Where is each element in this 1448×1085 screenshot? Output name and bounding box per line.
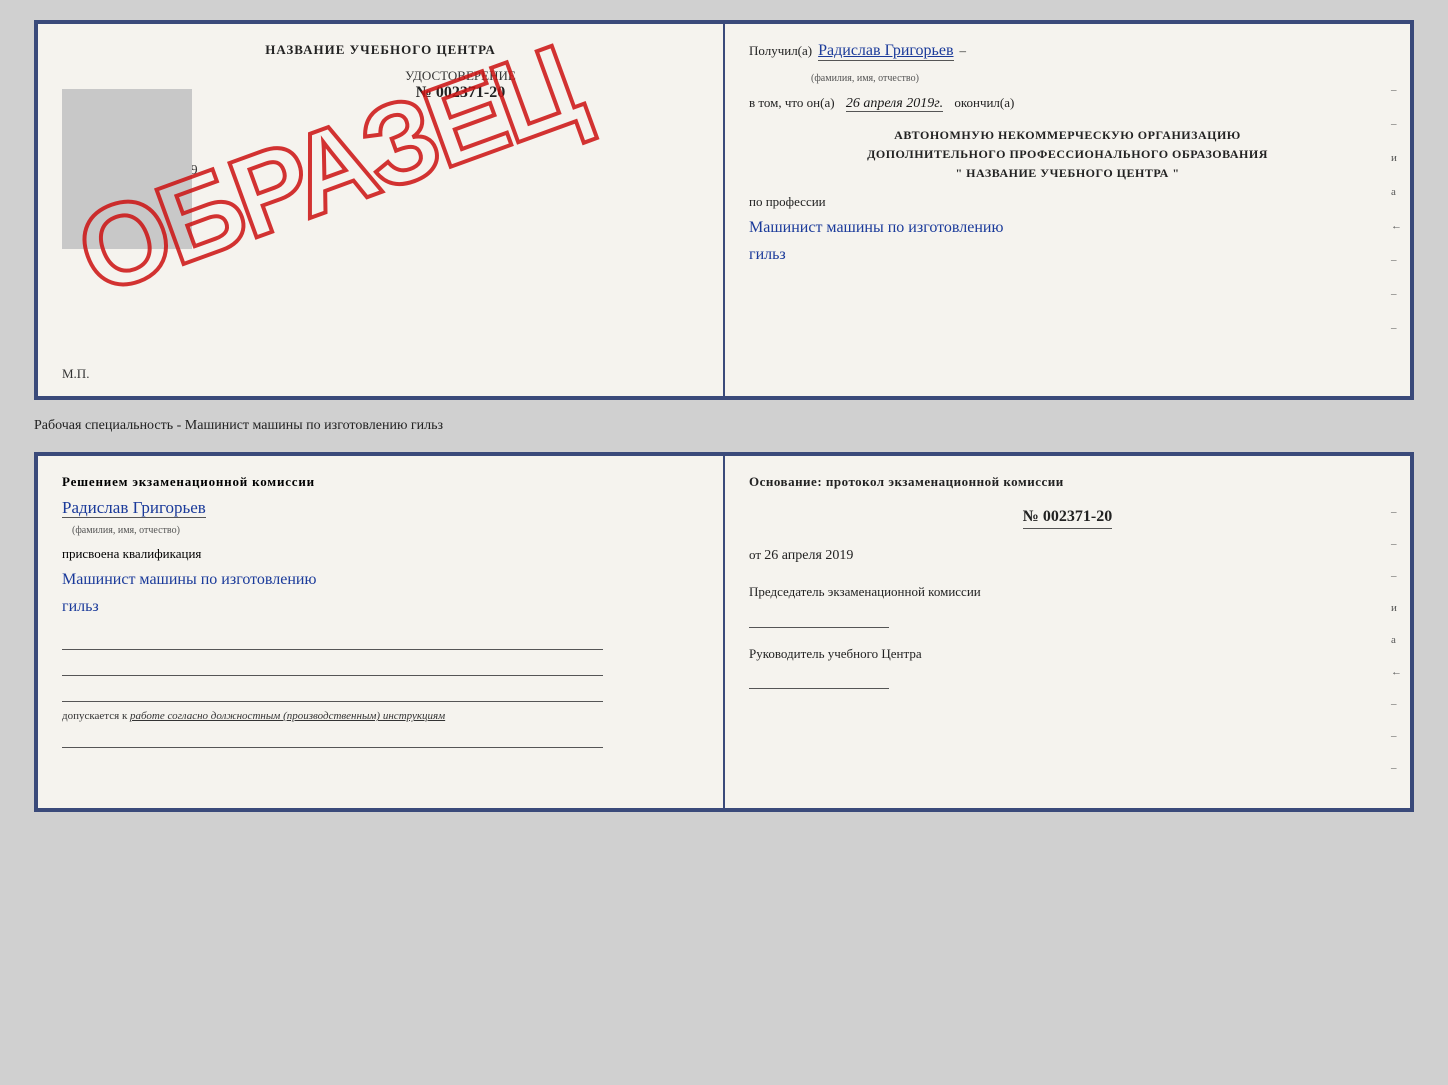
qualification-hw2: гильз	[62, 598, 99, 615]
top-document: НАЗВАНИЕ УЧЕБНОГО ЦЕНТРА ОБРАЗЕЦ УДОСТОВ…	[34, 20, 1414, 400]
chairman-title: Председатель экзаменационной комиссии	[749, 582, 1386, 602]
org-name-quoted: " НАЗВАНИЕ УЧЕБНОГО ЦЕНТРА "	[749, 164, 1386, 183]
org-quote-open: "	[956, 166, 963, 180]
recipient-name: Радислав Григорьев	[818, 42, 953, 61]
received-label: Получил(а)	[749, 43, 812, 59]
line3	[62, 682, 603, 702]
head-sign-line	[749, 669, 889, 689]
osnov-title: Основание: протокол экзаменационной коми…	[749, 474, 1386, 490]
recipient-line: Получил(а) Радислав Григорьев –	[749, 42, 1386, 61]
assigned-label: присвоена квалификация	[62, 546, 699, 562]
chairman-block: Председатель экзаменационной комиссии	[749, 582, 1386, 628]
completed-date: 26 апреля 2019г.	[846, 96, 943, 112]
allowed-italic-text: работе согласно должностным (производств…	[130, 710, 445, 722]
separator-label: Рабочая специальность - Машинист машины …	[34, 412, 1414, 440]
top-doc-right: – – и а ← – – – Получил(а) Радислав Григ…	[725, 24, 1410, 396]
profession-hw: Машинист машины по изготовлению гильз	[749, 214, 1386, 268]
bottom-person-name: Радислав Григорьев	[62, 498, 206, 518]
date-line: от 26 апреля 2019	[749, 547, 1386, 564]
bottom-lines	[62, 630, 699, 702]
completed-line: в том, что он(а) 26 апреля 2019г. окончи…	[749, 95, 1386, 112]
allowed-prefix: допускается к	[62, 710, 127, 722]
protocol-number: № 002371-20	[1023, 508, 1112, 529]
top-doc-left: НАЗВАНИЕ УЧЕБНОГО ЦЕНТРА ОБРАЗЕЦ УДОСТОВ…	[38, 24, 725, 396]
qualification-hw: Машинист машины по изготовлению гильз	[62, 566, 699, 620]
right-margin-chars-bottom: – – – и а ← – – –	[1391, 506, 1402, 774]
allowed-text: допускается к работе согласно должностны…	[62, 710, 699, 722]
bottom-document: Решением экзаменационной комиссии Радисл…	[34, 452, 1414, 812]
head-title: Руководитель учебного Центра	[749, 644, 1386, 664]
line2	[62, 656, 603, 676]
org-name: НАЗВАНИЕ УЧЕБНОГО ЦЕНТРА	[966, 166, 1169, 180]
profession-hw2: гильз	[749, 246, 786, 263]
profession-label: по профессии	[749, 194, 1386, 210]
watermark-obrazec: ОБРАЗЕЦ	[61, 19, 594, 321]
fio-sublabel-top: (фамилия, имя, отчество)	[811, 73, 919, 84]
bottom-doc-right: – – – и а ← – – – Основание: протокол эк…	[725, 456, 1410, 808]
right-margin-chars: – – и а ← – – –	[1391, 84, 1402, 334]
profession-hw1: Машинист машины по изготовлению	[749, 219, 1003, 236]
cert-center-title: НАЗВАНИЕ УЧЕБНОГО ЦЕНТРА	[62, 42, 699, 58]
org-quote-close: "	[1172, 166, 1179, 180]
in-that-label: в том, что он(а)	[749, 95, 835, 110]
dash: –	[960, 43, 967, 59]
head-block: Руководитель учебного Центра	[749, 644, 1386, 690]
date-prefix: от	[749, 547, 761, 562]
document-container: НАЗВАНИЕ УЧЕБНОГО ЦЕНТРА ОБРАЗЕЦ УДОСТОВ…	[34, 20, 1414, 812]
bottom-doc-left: Решением экзаменационной комиссии Радисл…	[38, 456, 725, 808]
mp-label: М.П.	[62, 366, 89, 382]
org-line1: АВТОНОМНУЮ НЕКОММЕРЧЕСКУЮ ОРГАНИЗАЦИЮ	[749, 126, 1386, 145]
org-block: АВТОНОМНУЮ НЕКОММЕРЧЕСКУЮ ОРГАНИЗАЦИЮ ДО…	[749, 126, 1386, 184]
org-line2: ДОПОЛНИТЕЛЬНОГО ПРОФЕССИОНАЛЬНОГО ОБРАЗО…	[749, 145, 1386, 164]
bottom-fio-sub: (фамилия, имя, отчество)	[72, 525, 180, 536]
qualification-hw1: Машинист машины по изготовлению	[62, 571, 316, 588]
allowed-sign-line	[62, 728, 603, 748]
line1	[62, 630, 603, 650]
decision-title: Решением экзаменационной комиссии	[62, 474, 699, 490]
protocol-date: 26 апреля 2019	[764, 548, 853, 563]
completed-label: окончил(а)	[954, 95, 1014, 110]
chairman-sign-line	[749, 608, 889, 628]
